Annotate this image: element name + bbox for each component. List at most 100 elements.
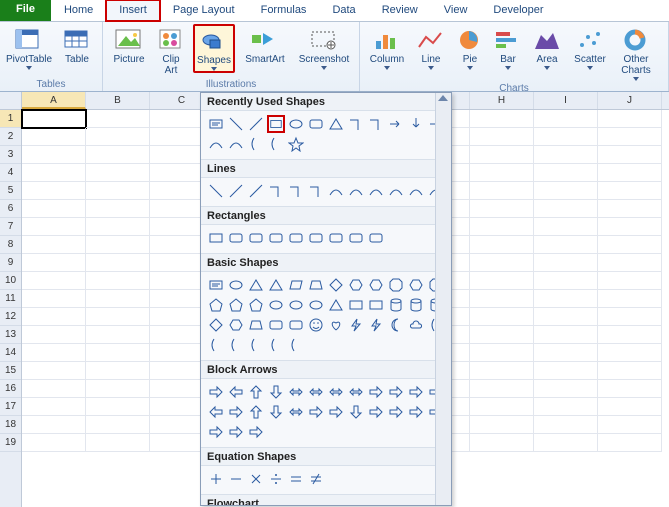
smartart-button[interactable]: SmartArt bbox=[241, 24, 289, 66]
row-header[interactable]: 19 bbox=[0, 434, 21, 452]
shape-blkR[interactable] bbox=[307, 403, 325, 421]
row-header[interactable]: 13 bbox=[0, 326, 21, 344]
cell[interactable] bbox=[22, 380, 86, 398]
shape-curve[interactable] bbox=[227, 135, 245, 153]
cell[interactable] bbox=[534, 182, 598, 200]
tab-developer[interactable]: Developer bbox=[480, 0, 556, 21]
row-header[interactable]: 2 bbox=[0, 128, 21, 146]
shape-plus[interactable] bbox=[207, 470, 225, 488]
shape-heart[interactable] bbox=[327, 316, 345, 334]
shape-cyl[interactable] bbox=[387, 296, 405, 314]
cell[interactable] bbox=[86, 200, 150, 218]
cell[interactable] bbox=[86, 308, 150, 326]
scatter-chart-button[interactable]: Scatter bbox=[570, 24, 610, 71]
shape-text[interactable] bbox=[207, 276, 225, 294]
shape-arrR[interactable] bbox=[387, 115, 405, 133]
shape-curve[interactable] bbox=[367, 182, 385, 200]
other-charts-button[interactable]: OtherCharts bbox=[616, 24, 656, 82]
cell[interactable] bbox=[470, 290, 534, 308]
shape-curve[interactable] bbox=[327, 182, 345, 200]
cell[interactable] bbox=[470, 236, 534, 254]
row-header[interactable]: 4 bbox=[0, 164, 21, 182]
cell[interactable] bbox=[598, 146, 662, 164]
cell[interactable] bbox=[470, 326, 534, 344]
cell[interactable] bbox=[534, 362, 598, 380]
shape-tri[interactable] bbox=[327, 296, 345, 314]
shape-blkR[interactable] bbox=[327, 403, 345, 421]
row-header[interactable]: 14 bbox=[0, 344, 21, 362]
column-header[interactable]: B bbox=[86, 92, 150, 109]
row-header[interactable]: 1 bbox=[0, 110, 21, 128]
column-header[interactable]: H bbox=[470, 92, 534, 109]
screenshot-button[interactable]: Screenshot bbox=[295, 24, 353, 71]
shape-hex[interactable] bbox=[407, 276, 425, 294]
shape-blkD[interactable] bbox=[347, 403, 365, 421]
shape-cyl[interactable] bbox=[407, 296, 425, 314]
cell[interactable] bbox=[86, 254, 150, 272]
shape-tri[interactable] bbox=[267, 276, 285, 294]
cell[interactable] bbox=[534, 128, 598, 146]
shape-text[interactable] bbox=[207, 115, 225, 133]
shape-brace[interactable] bbox=[267, 135, 285, 153]
shape-smiley[interactable] bbox=[307, 316, 325, 334]
cell[interactable] bbox=[22, 434, 86, 452]
cell[interactable] bbox=[470, 182, 534, 200]
row-header[interactable]: 11 bbox=[0, 290, 21, 308]
shape-tri[interactable] bbox=[327, 115, 345, 133]
shape-blkLR[interactable] bbox=[347, 383, 365, 401]
cell[interactable] bbox=[22, 146, 86, 164]
shape-blkLR[interactable] bbox=[287, 383, 305, 401]
cell[interactable] bbox=[534, 326, 598, 344]
cell[interactable] bbox=[598, 110, 662, 128]
row-header[interactable]: 3 bbox=[0, 146, 21, 164]
cell[interactable] bbox=[22, 218, 86, 236]
bar-chart-button[interactable]: Bar bbox=[492, 24, 524, 71]
shape-curve[interactable] bbox=[347, 182, 365, 200]
cell[interactable] bbox=[534, 110, 598, 128]
row-header[interactable]: 12 bbox=[0, 308, 21, 326]
cell[interactable] bbox=[534, 200, 598, 218]
cell[interactable] bbox=[470, 272, 534, 290]
cell[interactable] bbox=[534, 290, 598, 308]
shape-oval[interactable] bbox=[227, 276, 245, 294]
shape-elbow[interactable] bbox=[367, 115, 385, 133]
shape-brace[interactable] bbox=[267, 336, 285, 354]
cell[interactable] bbox=[470, 200, 534, 218]
picture-button[interactable]: Picture bbox=[109, 24, 149, 66]
shape-oct[interactable] bbox=[387, 276, 405, 294]
cell[interactable] bbox=[598, 308, 662, 326]
cell[interactable] bbox=[534, 416, 598, 434]
cell[interactable] bbox=[86, 110, 150, 128]
shape-roundrect[interactable] bbox=[267, 316, 285, 334]
shape-blkR[interactable] bbox=[387, 403, 405, 421]
cell[interactable] bbox=[470, 416, 534, 434]
cell[interactable] bbox=[598, 416, 662, 434]
shape-elbow[interactable] bbox=[267, 182, 285, 200]
tab-view[interactable]: View bbox=[431, 0, 481, 21]
cell[interactable] bbox=[22, 272, 86, 290]
shape-blkR[interactable] bbox=[207, 383, 225, 401]
shape-blkU[interactable] bbox=[247, 403, 265, 421]
shape-blkR[interactable] bbox=[247, 423, 265, 441]
shape-tri[interactable] bbox=[247, 276, 265, 294]
shape-oval[interactable] bbox=[287, 296, 305, 314]
tab-file[interactable]: File bbox=[0, 0, 51, 21]
shape-roundrect[interactable] bbox=[307, 229, 325, 247]
shapes-scrollbar[interactable] bbox=[435, 93, 451, 505]
cell[interactable] bbox=[86, 128, 150, 146]
shape-diamond[interactable] bbox=[207, 316, 225, 334]
cell[interactable] bbox=[598, 254, 662, 272]
cell[interactable] bbox=[86, 290, 150, 308]
shape-blkR[interactable] bbox=[227, 403, 245, 421]
shape-pent[interactable] bbox=[227, 296, 245, 314]
cell[interactable] bbox=[86, 272, 150, 290]
shape-oval[interactable] bbox=[267, 296, 285, 314]
cell[interactable] bbox=[598, 398, 662, 416]
cell[interactable] bbox=[470, 308, 534, 326]
shape-roundrect[interactable] bbox=[267, 229, 285, 247]
shape-pent[interactable] bbox=[247, 296, 265, 314]
cell[interactable] bbox=[598, 272, 662, 290]
row-header[interactable]: 8 bbox=[0, 236, 21, 254]
cell[interactable] bbox=[470, 218, 534, 236]
cell[interactable] bbox=[598, 362, 662, 380]
